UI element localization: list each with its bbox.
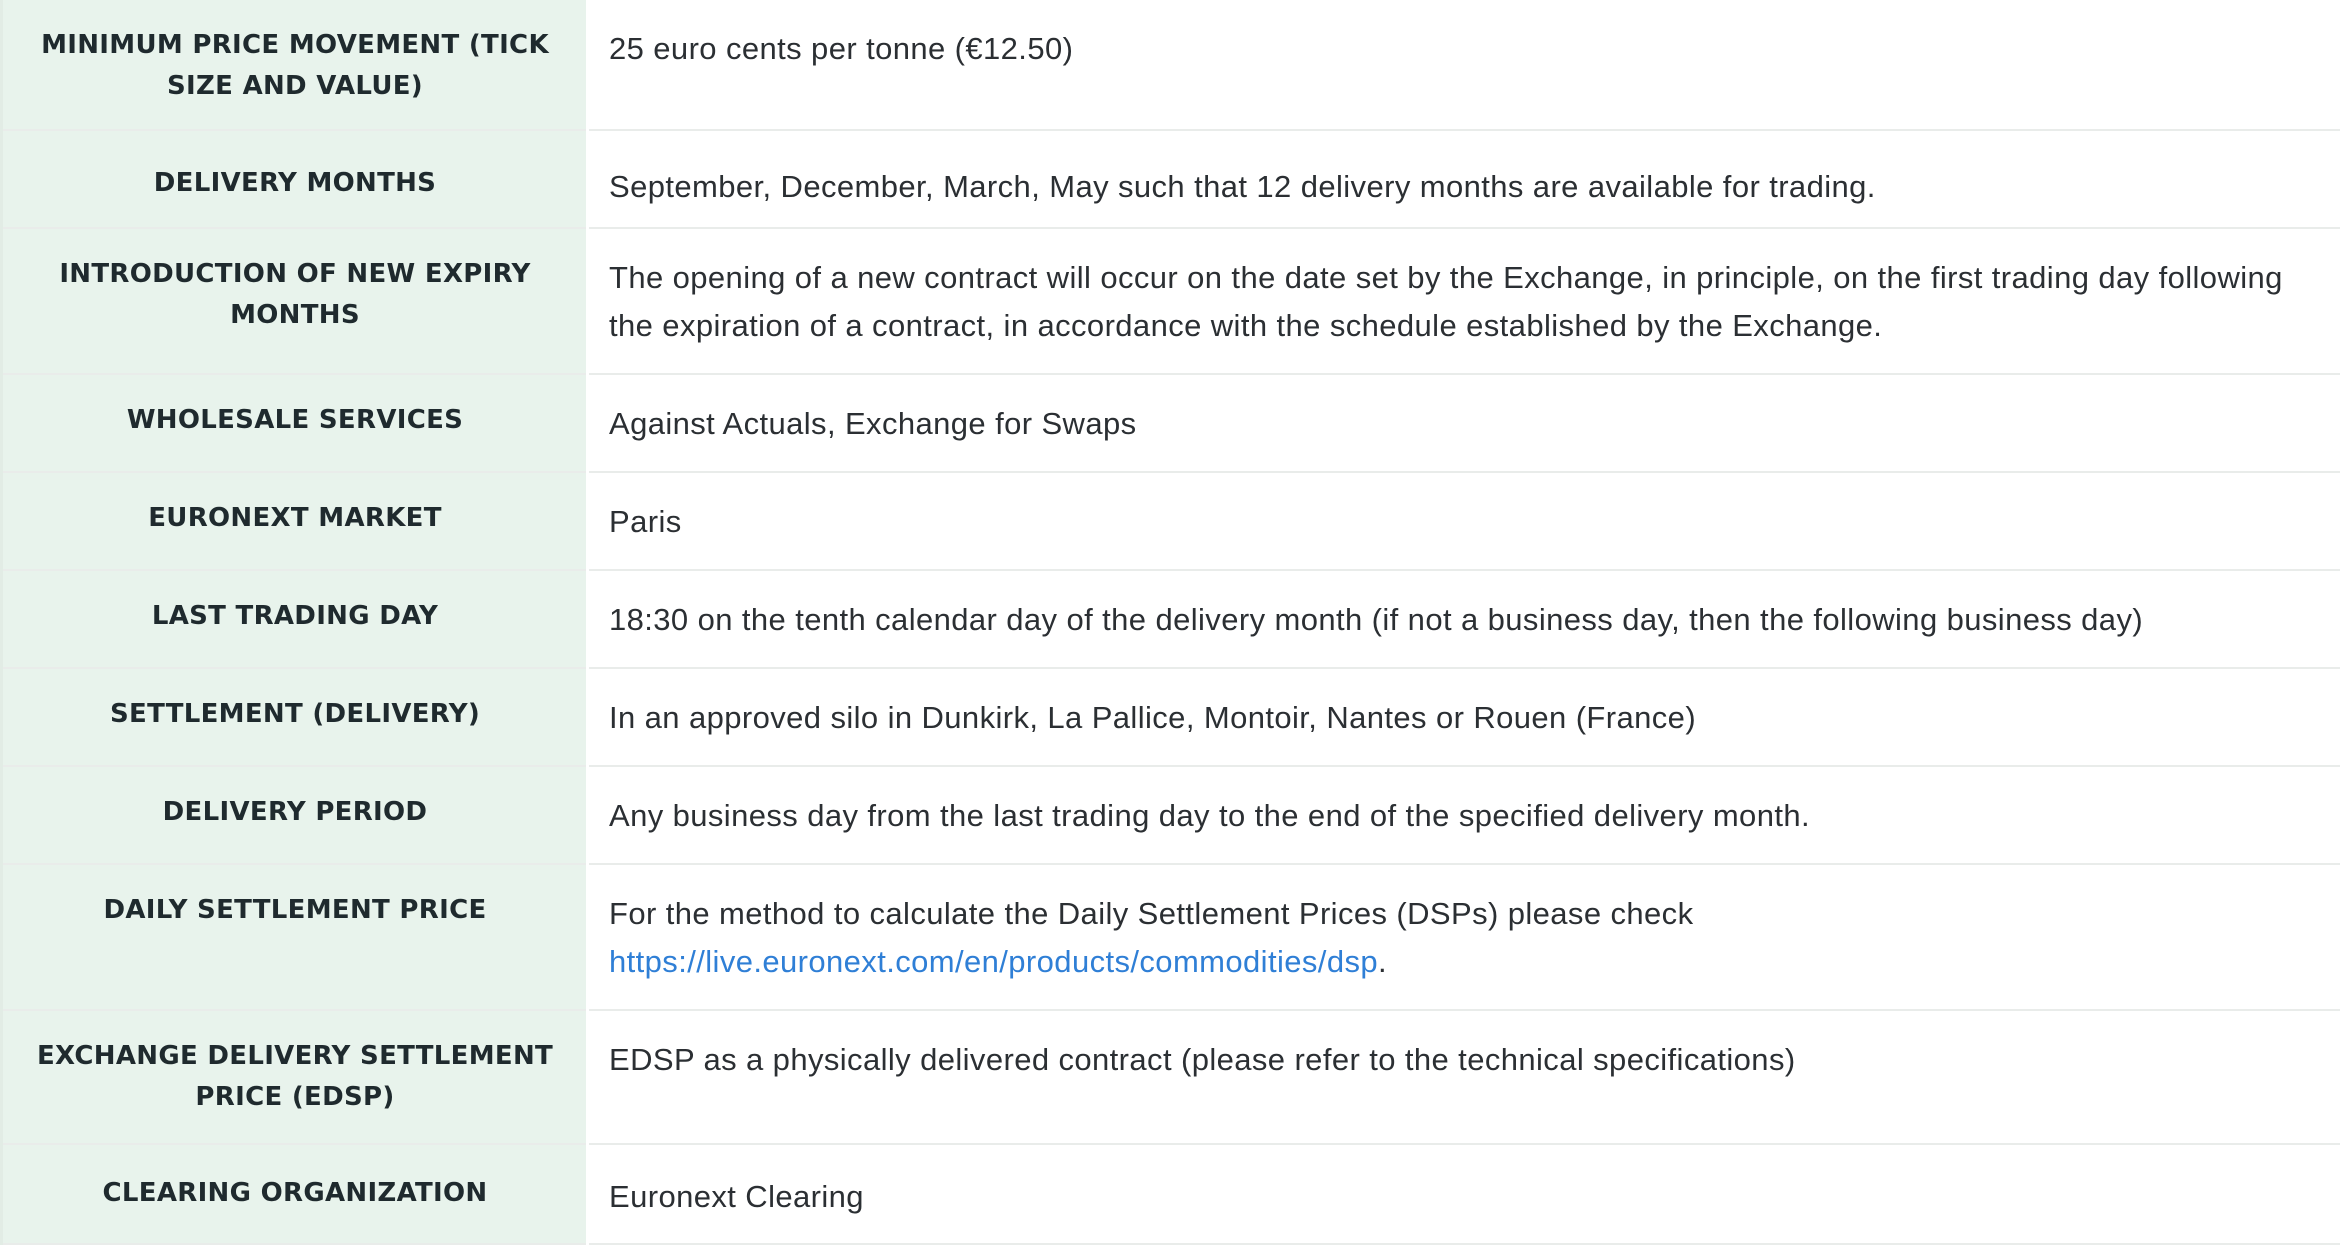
row-value: 18:30 on the tenth calendar day of the d… <box>588 570 2340 668</box>
row-label: INTRODUCTION OF NEW EXPIRY MONTHS <box>2 228 588 374</box>
table-row: INTRODUCTION OF NEW EXPIRY MONTHS The op… <box>2 228 2340 374</box>
row-label: LAST TRADING DAY <box>2 570 588 668</box>
table-row: LAST TRADING DAY 18:30 on the tenth cale… <box>2 570 2340 668</box>
row-value: The opening of a new contract will occur… <box>588 228 2340 374</box>
row-label: EXCHANGE DELIVERY SETTLEMENT PRICE (EDSP… <box>2 1010 588 1144</box>
dsp-link[interactable]: https://live.euronext.com/en/products/co… <box>609 944 1378 979</box>
row-value: Euronext Clearing <box>588 1144 2340 1244</box>
row-value: Against Actuals, Exchange for Swaps <box>588 374 2340 472</box>
row-label: DAILY SETTLEMENT PRICE <box>2 864 588 1010</box>
table-row: CLEARING ORGANIZATION Euronext Clearing <box>2 1144 2340 1244</box>
row-value: 25 euro cents per tonne (€12.50) <box>588 0 2340 130</box>
row-value: Paris <box>588 472 2340 570</box>
dsp-suffix: . <box>1378 944 1387 979</box>
table-row: EXCHANGE DELIVERY SETTLEMENT PRICE (EDSP… <box>2 1010 2340 1144</box>
row-value: Any business day from the last trading d… <box>588 766 2340 864</box>
row-value: For the method to calculate the Daily Se… <box>588 864 2340 1010</box>
dsp-text: For the method to calculate the Daily Se… <box>609 896 1693 931</box>
row-value: In an approved silo in Dunkirk, La Palli… <box>588 668 2340 766</box>
row-label: MINIMUM PRICE MOVEMENT (TICK SIZE AND VA… <box>2 0 588 130</box>
row-label: DELIVERY MONTHS <box>2 130 588 228</box>
row-label: DELIVERY PERIOD <box>2 766 588 864</box>
row-label: WHOLESALE SERVICES <box>2 374 588 472</box>
row-label: SETTLEMENT (DELIVERY) <box>2 668 588 766</box>
contract-specifications-table: MINIMUM PRICE MOVEMENT (TICK SIZE AND VA… <box>0 0 2340 1245</box>
table-row: DELIVERY MONTHS September, December, Mar… <box>2 130 2340 228</box>
row-label: CLEARING ORGANIZATION <box>2 1144 588 1244</box>
table-row: MINIMUM PRICE MOVEMENT (TICK SIZE AND VA… <box>2 0 2340 130</box>
row-label: EURONEXT MARKET <box>2 472 588 570</box>
table-row: DAILY SETTLEMENT PRICE For the method to… <box>2 864 2340 1010</box>
row-value: EDSP as a physically delivered contract … <box>588 1010 2340 1144</box>
table-row: SETTLEMENT (DELIVERY) In an approved sil… <box>2 668 2340 766</box>
table-row: EURONEXT MARKET Paris <box>2 472 2340 570</box>
table-row: WHOLESALE SERVICES Against Actuals, Exch… <box>2 374 2340 472</box>
table-row: DELIVERY PERIOD Any business day from th… <box>2 766 2340 864</box>
row-value: September, December, March, May such tha… <box>588 130 2340 228</box>
